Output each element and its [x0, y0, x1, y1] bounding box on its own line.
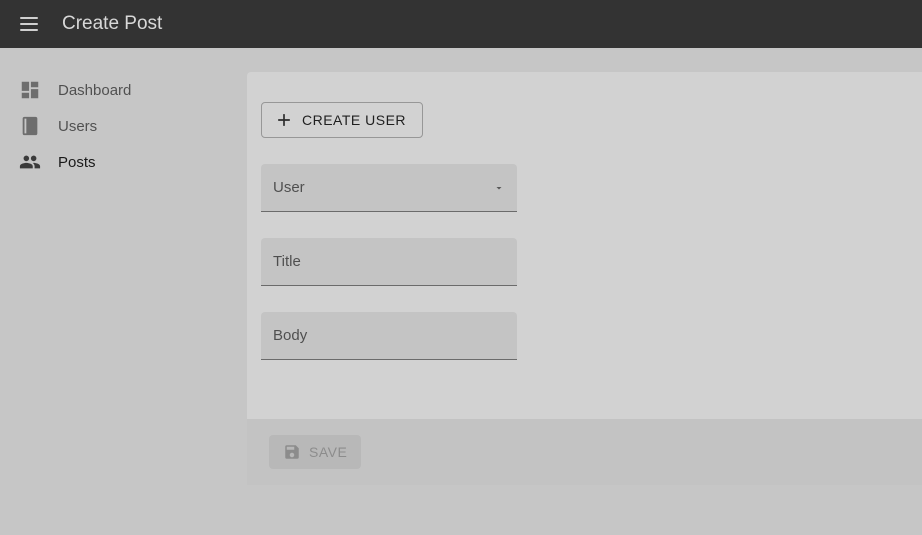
- sidebar: Dashboard Users Posts: [0, 48, 247, 535]
- save-icon: [283, 443, 301, 461]
- plus-icon: [274, 110, 294, 130]
- title-field[interactable]: Title: [261, 238, 517, 286]
- sidebar-item-posts[interactable]: Posts: [18, 144, 247, 180]
- book-icon: [18, 114, 42, 138]
- menu-icon[interactable]: [20, 12, 44, 36]
- sidebar-item-label: Dashboard: [58, 82, 131, 99]
- save-button[interactable]: SAVE: [269, 435, 361, 469]
- dashboard-icon: [18, 78, 42, 102]
- appbar: Create Post: [0, 0, 922, 48]
- save-button-label: SAVE: [309, 444, 347, 460]
- title-field-label: Title: [273, 253, 301, 270]
- create-user-button-label: CREATE USER: [302, 112, 406, 128]
- sidebar-item-label: Posts: [58, 154, 96, 171]
- card-footer: SAVE: [247, 419, 922, 485]
- content: CREATE USER User Title: [247, 48, 922, 535]
- body-field[interactable]: Body: [261, 312, 517, 360]
- people-icon: [18, 150, 42, 174]
- sidebar-item-label: Users: [58, 118, 97, 135]
- body-field-label: Body: [273, 327, 307, 344]
- page-title: Create Post: [62, 13, 162, 35]
- sidebar-item-users[interactable]: Users: [18, 108, 247, 144]
- form-card: CREATE USER User Title: [247, 72, 922, 485]
- user-select-label: User: [273, 179, 305, 196]
- create-user-button[interactable]: CREATE USER: [261, 102, 423, 138]
- sidebar-item-dashboard[interactable]: Dashboard: [18, 72, 247, 108]
- chevron-down-icon: [493, 182, 505, 194]
- user-select[interactable]: User: [261, 164, 517, 212]
